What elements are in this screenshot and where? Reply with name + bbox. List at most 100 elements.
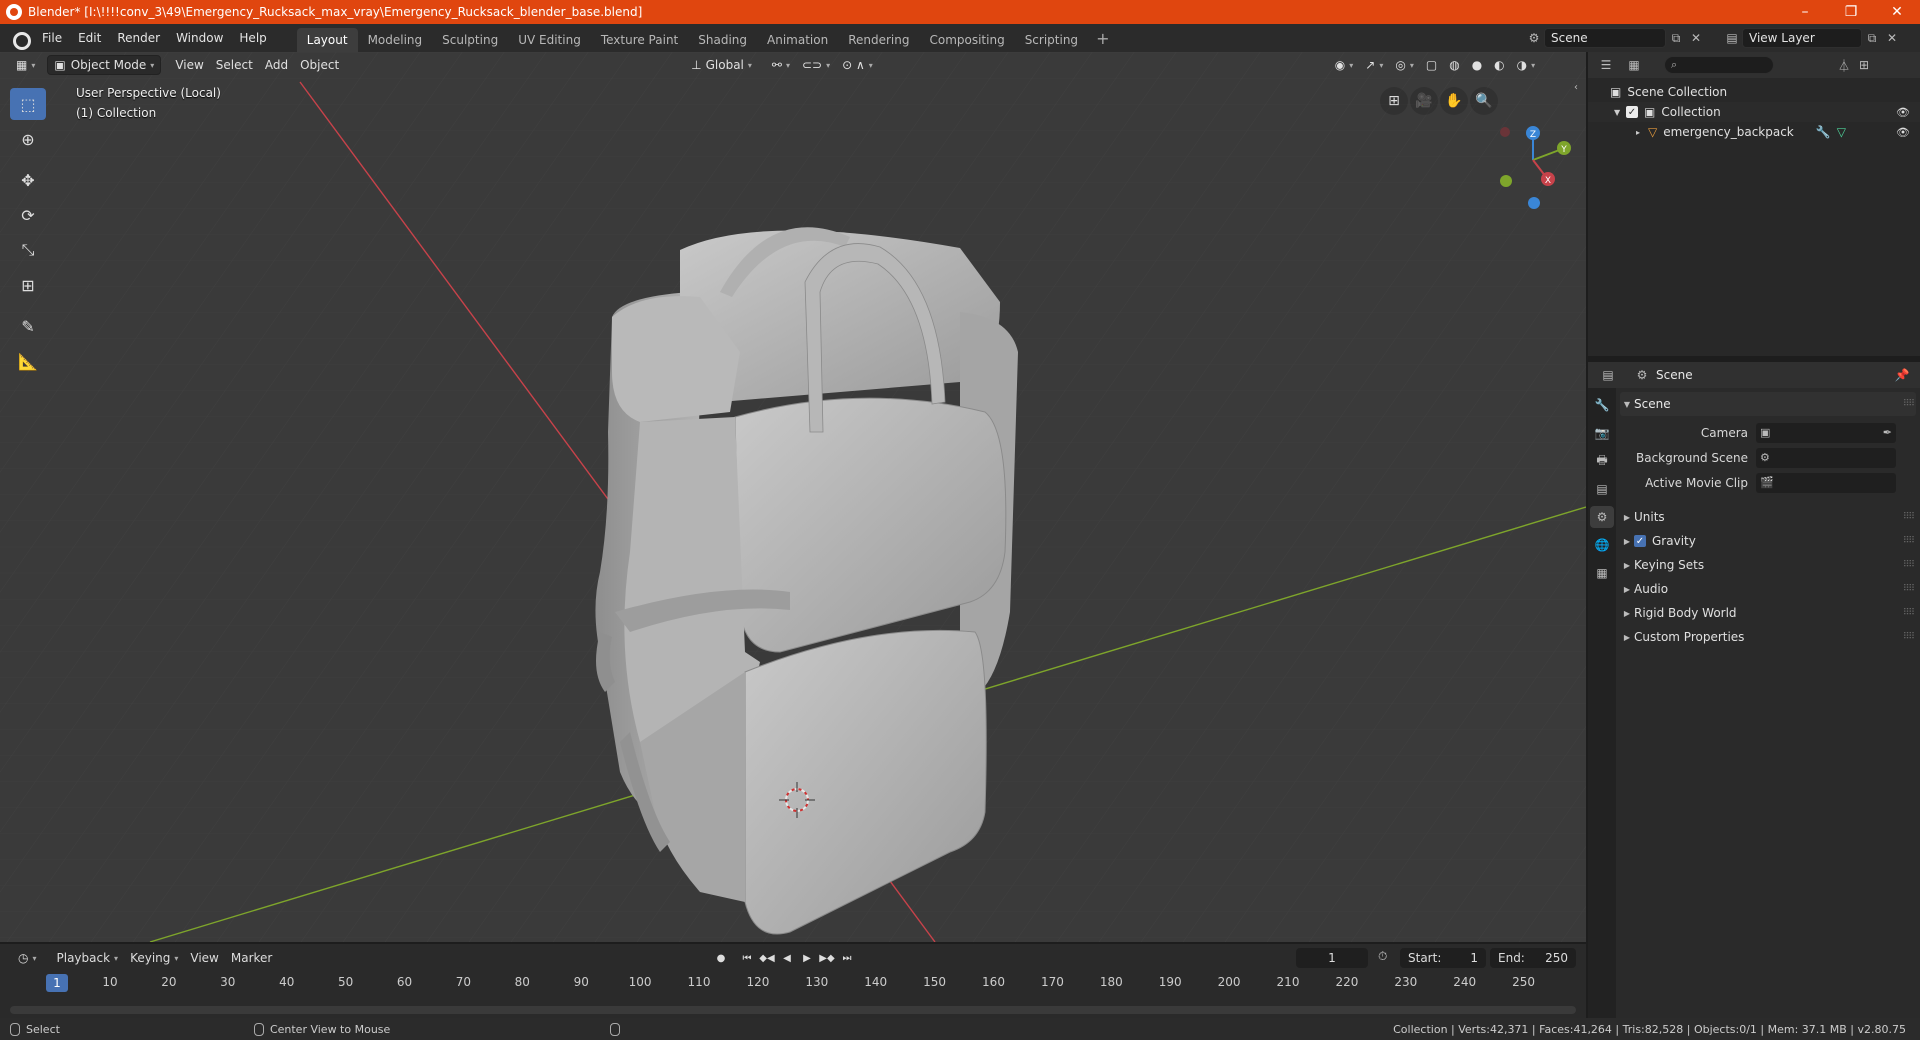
tab-shading[interactable]: Shading bbox=[688, 28, 757, 52]
editor-type-icon[interactable]: ▦ ▾ bbox=[10, 55, 41, 75]
jump-keyframe-forward-icon[interactable]: ▶◆ bbox=[818, 949, 836, 967]
keying-sets-panel-header[interactable]: ▶ Keying Sets ⠿⠿ bbox=[1620, 553, 1916, 577]
timeline-menu-playback[interactable]: Playback ▾ bbox=[51, 951, 125, 965]
properties-editor-icon[interactable]: ▤ bbox=[1598, 365, 1618, 385]
outliner-row-object[interactable]: ▸ ▽ emergency_backpack 🔧 ▽ 👁 bbox=[1588, 122, 1920, 142]
eyedropper-icon[interactable]: ✒ bbox=[1883, 426, 1892, 439]
cursor-icon[interactable]: ⊕ bbox=[10, 123, 46, 155]
backpack-model[interactable] bbox=[595, 227, 1018, 935]
tab-texture-paint[interactable]: Texture Paint bbox=[591, 28, 688, 52]
outliner-search-input[interactable]: ⌕ bbox=[1664, 56, 1774, 74]
pin-icon[interactable]: 📌 bbox=[1892, 365, 1912, 385]
rotate-icon[interactable]: ⟳ bbox=[10, 199, 46, 231]
drag-grip-icon[interactable]: ⠿⠿ bbox=[1903, 608, 1915, 618]
scene-icon[interactable]: ⚙ bbox=[1524, 28, 1544, 48]
jump-end-icon[interactable]: ⏭ bbox=[838, 949, 856, 967]
drag-grip-icon[interactable]: ⠿⠿ bbox=[1903, 536, 1915, 546]
filter-icon[interactable]: ⏃ bbox=[1834, 55, 1854, 75]
background-scene-field[interactable]: ⚙ bbox=[1756, 447, 1896, 468]
tab-compositing[interactable]: Compositing bbox=[919, 28, 1014, 52]
stopwatch-icon[interactable]: ⏱ bbox=[1378, 949, 1387, 964]
jump-keyframe-back-icon[interactable]: ◆◀ bbox=[758, 949, 776, 967]
scale-icon[interactable]: ⤡ bbox=[10, 234, 46, 266]
end-frame-field[interactable]: End: 250 bbox=[1490, 948, 1576, 968]
camera-field[interactable]: ▣ ✒ bbox=[1756, 422, 1896, 443]
menu-window[interactable]: Window bbox=[168, 31, 231, 45]
drag-grip-icon[interactable]: ⠿⠿ bbox=[1903, 512, 1915, 522]
drag-grip-icon[interactable]: ⠿⠿ bbox=[1903, 584, 1915, 594]
display-mode-icon[interactable]: ▦ bbox=[1624, 55, 1644, 75]
eye-icon[interactable]: 👁 bbox=[1896, 126, 1910, 139]
frame-ruler[interactable]: 1 10 20 30 40 50 60 70 80 90 100 110 120 130 140 150 16… bbox=[0, 972, 1586, 994]
pivot-icon[interactable]: ⚯ ▾ bbox=[766, 55, 796, 75]
timeline-menu-view[interactable]: View bbox=[184, 951, 224, 965]
outliner-row-collection[interactable]: ▼ ✓ ▣ Collection 👁 bbox=[1588, 102, 1920, 122]
eye-icon[interactable]: 👁 bbox=[1896, 106, 1910, 119]
movie-clip-field[interactable]: 🎬 bbox=[1756, 472, 1896, 493]
play-reverse-icon[interactable]: ◀ bbox=[778, 949, 796, 967]
world-tab-icon[interactable]: 🌐 bbox=[1590, 534, 1614, 556]
solid-shading-icon[interactable]: ● bbox=[1466, 55, 1488, 75]
grid-view-icon[interactable]: ⊞ bbox=[1380, 87, 1408, 115]
visibility-icon[interactable]: ◉ ▾ bbox=[1329, 55, 1360, 75]
tool-tab-icon[interactable]: 🔧 bbox=[1590, 394, 1614, 416]
drag-grip-icon[interactable]: ⠿⠿ bbox=[1903, 560, 1915, 570]
custom-properties-panel-header[interactable]: ▶ Custom Properties ⠿⠿ bbox=[1620, 625, 1916, 649]
select-box-icon[interactable]: ⬚ bbox=[10, 88, 46, 120]
collection-checkbox[interactable]: ✓ bbox=[1626, 106, 1638, 118]
annotate-icon[interactable]: ✎ bbox=[10, 310, 46, 342]
expand-arrow-icon[interactable]: ▸ bbox=[1636, 128, 1648, 137]
units-panel-header[interactable]: ▶ Units ⠿⠿ bbox=[1620, 505, 1916, 529]
outliner-editor-icon[interactable]: ☰ bbox=[1596, 55, 1616, 75]
expand-arrow-icon[interactable]: ▼ bbox=[1614, 108, 1626, 117]
new-collection-icon[interactable]: ⊞ bbox=[1854, 55, 1874, 75]
menu-file[interactable]: File bbox=[34, 31, 70, 45]
measure-icon[interactable]: 📐 bbox=[10, 345, 46, 377]
xray-toggle-icon[interactable]: ▢ bbox=[1420, 55, 1443, 75]
gravity-checkbox[interactable]: ✓ bbox=[1634, 535, 1646, 547]
tab-layout[interactable]: Layout bbox=[296, 28, 358, 52]
view-layer-selector[interactable]: View Layer bbox=[1742, 28, 1862, 48]
gravity-panel-header[interactable]: ▶ ✓ Gravity ⠿⠿ bbox=[1620, 529, 1916, 553]
minimize-button[interactable]: – bbox=[1782, 0, 1828, 24]
output-tab-icon[interactable]: 🖶 bbox=[1590, 450, 1614, 472]
timeline-menu-keying[interactable]: Keying ▾ bbox=[124, 951, 184, 965]
hand-pan-icon[interactable]: ✋ bbox=[1440, 87, 1468, 115]
proportional-edit-icon[interactable]: ⊙ ∧ ▾ bbox=[836, 55, 879, 75]
drag-grip-icon[interactable]: ⠿⠿ bbox=[1903, 399, 1915, 409]
viewport-menu-object[interactable]: Object bbox=[294, 55, 345, 75]
menu-edit[interactable]: Edit bbox=[70, 31, 109, 45]
tab-uv-editing[interactable]: UV Editing bbox=[508, 28, 591, 52]
delete-view-layer-icon[interactable]: ✕ bbox=[1882, 28, 1902, 48]
transform-icon[interactable]: ⊞ bbox=[10, 269, 46, 301]
tab-animation[interactable]: Animation bbox=[757, 28, 838, 52]
mesh-icon[interactable]: ▽ bbox=[1837, 125, 1846, 139]
tab-modeling[interactable]: Modeling bbox=[358, 28, 433, 52]
scene-panel-header[interactable]: ▼ Scene ⠿⠿ bbox=[1620, 392, 1916, 416]
viewport-menu-select[interactable]: Select bbox=[210, 55, 259, 75]
material-shading-icon[interactable]: ◐ bbox=[1488, 55, 1510, 75]
start-frame-field[interactable]: Start: 1 bbox=[1400, 948, 1486, 968]
tab-scripting[interactable]: Scripting bbox=[1015, 28, 1088, 52]
render-tab-icon[interactable]: 📷 bbox=[1590, 422, 1614, 444]
snap-icon[interactable]: ⊂⊃ ▾ bbox=[796, 55, 836, 75]
menu-help[interactable]: Help bbox=[231, 31, 274, 45]
audio-panel-header[interactable]: ▶ Audio ⠿⠿ bbox=[1620, 577, 1916, 601]
view-layer-icon[interactable]: ▤ bbox=[1722, 28, 1742, 48]
maximize-button[interactable]: ❐ bbox=[1828, 0, 1874, 24]
new-scene-icon[interactable]: ⧉ bbox=[1666, 28, 1686, 48]
view-layer-tab-icon[interactable]: ▤ bbox=[1590, 478, 1614, 500]
gizmo-toggle-icon[interactable]: ↗ ▾ bbox=[1359, 55, 1389, 75]
jump-start-icon[interactable]: ⏮ bbox=[738, 949, 756, 967]
timeline-scrollbar[interactable] bbox=[10, 1006, 1576, 1014]
viewport-menu-view[interactable]: View bbox=[169, 55, 209, 75]
menu-render[interactable]: Render bbox=[109, 31, 168, 45]
play-icon[interactable]: ▶ bbox=[798, 949, 816, 967]
close-button[interactable]: ✕ bbox=[1874, 0, 1920, 24]
scene-tab-icon[interactable]: ⚙ bbox=[1590, 506, 1614, 528]
rendered-shading-icon[interactable]: ◑ ▾ bbox=[1511, 55, 1542, 75]
add-workspace-button[interactable]: + bbox=[1088, 29, 1117, 48]
orientation-selector[interactable]: ⊥ Global ▾ bbox=[685, 55, 758, 75]
current-frame-marker[interactable]: 1 bbox=[46, 974, 68, 992]
new-view-layer-icon[interactable]: ⧉ bbox=[1862, 28, 1882, 48]
